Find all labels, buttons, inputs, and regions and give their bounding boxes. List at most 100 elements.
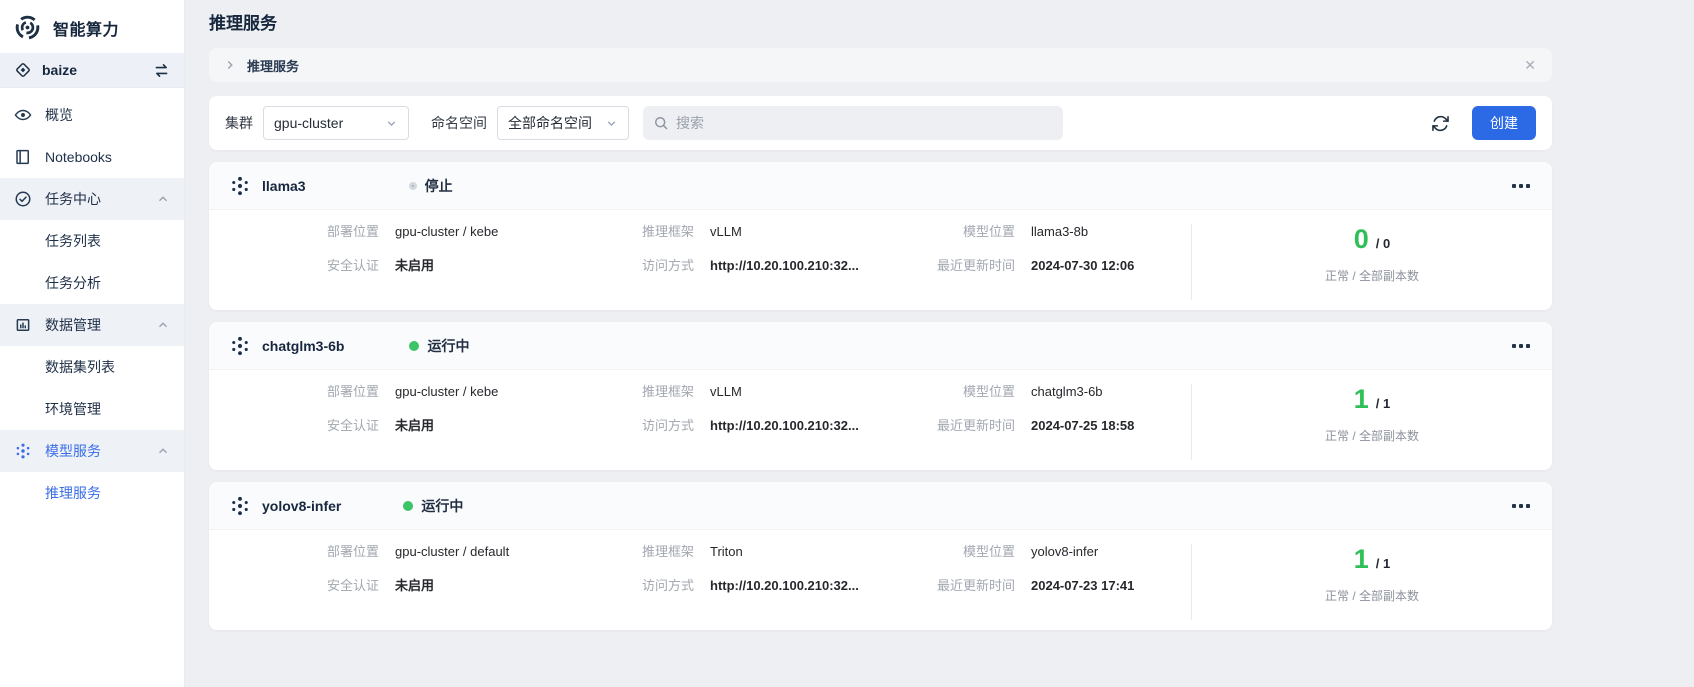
- namespace-label: 命名空间: [431, 113, 487, 133]
- deploy-location-value: gpu-cluster / kebe: [395, 382, 583, 402]
- replica-block: 1 / 1 正常 / 全部副本数: [1192, 382, 1552, 470]
- sidebar-divider: [0, 87, 184, 88]
- search-input[interactable]: [676, 115, 1053, 131]
- field-label: 模型位置: [895, 222, 1015, 242]
- workspace-selector[interactable]: baize: [0, 53, 184, 87]
- field-label: 推理框架: [599, 222, 694, 242]
- access-url-value: http://10.20.100.210:32...: [710, 256, 879, 276]
- sidebar-item-label: 概览: [45, 105, 73, 125]
- field-label: 最近更新时间: [895, 576, 1015, 596]
- model-location-value: llama3-8b: [1031, 222, 1191, 242]
- cluster-label: 集群: [225, 113, 253, 133]
- updated-time-value: 2024-07-23 17:41: [1031, 576, 1191, 596]
- sidebar-group-model-services[interactable]: 模型服务: [0, 430, 184, 472]
- main-content: 推理服务 推理服务 ✕ 集群 gpu-cluster 命名空间 全部命名空间: [185, 0, 1694, 630]
- app-logo-row: 智能算力: [0, 0, 184, 53]
- field-label: 最近更新时间: [895, 256, 1015, 276]
- sidebar-group-data-management[interactable]: 数据管理: [0, 304, 184, 346]
- sidebar-item-dataset-list[interactable]: 数据集列表: [0, 346, 184, 388]
- status-text: 停止: [425, 176, 453, 196]
- status-dot: [409, 341, 419, 351]
- updated-time-value: 2024-07-30 12:06: [1031, 256, 1191, 276]
- chevron-up-icon: [156, 192, 170, 206]
- sidebar-item-label: 模型服务: [45, 441, 101, 461]
- deploy-location-value: gpu-cluster / default: [395, 542, 583, 562]
- service-card-yolov8-infer: yolov8-infer 运行中 部署位置 gpu-cluster / defa…: [209, 482, 1552, 630]
- service-hub-icon: [229, 175, 251, 197]
- namespace-select-value: 全部命名空间: [508, 113, 592, 133]
- page-title: 推理服务: [209, 12, 1552, 36]
- app-logo-icon: [14, 14, 41, 41]
- service-name[interactable]: yolov8-infer: [262, 498, 341, 514]
- sidebar-item-overview[interactable]: 概览: [0, 94, 184, 136]
- sidebar-item-label: 数据集列表: [45, 357, 115, 377]
- service-hub-icon: [229, 335, 251, 357]
- service-name[interactable]: llama3: [262, 178, 306, 194]
- model-location-value: chatglm3-6b: [1031, 382, 1191, 402]
- create-button[interactable]: 创建: [1472, 106, 1536, 140]
- replica-caption: 正常 / 全部副本数: [1325, 587, 1419, 604]
- chevron-right-icon[interactable]: [223, 58, 237, 72]
- sidebar-item-label: 环境管理: [45, 399, 101, 419]
- search-box[interactable]: [643, 106, 1063, 140]
- more-actions-icon[interactable]: [1510, 338, 1532, 354]
- workspace-name: baize: [42, 62, 143, 78]
- status-text: 运行中: [421, 496, 463, 516]
- data-chart-icon: [14, 316, 32, 334]
- field-label: 访问方式: [599, 576, 694, 596]
- namespace-select[interactable]: 全部命名空间: [497, 106, 629, 140]
- auth-value: 未启用: [395, 416, 583, 436]
- sidebar-item-inference-services[interactable]: 推理服务: [0, 472, 184, 514]
- check-circle-icon: [14, 190, 32, 208]
- sidebar: 智能算力 baize 概览: [0, 0, 185, 687]
- sidebar-item-task-analysis[interactable]: 任务分析: [0, 262, 184, 304]
- status-dot: [409, 182, 417, 190]
- replica-total-count: / 1: [1376, 396, 1390, 411]
- field-label: 部署位置: [209, 222, 379, 242]
- field-label: 部署位置: [209, 382, 379, 402]
- service-card-llama3: llama3 停止 部署位置 gpu-cluster / kebe 推理框架 v…: [209, 162, 1552, 310]
- cluster-select[interactable]: gpu-cluster: [263, 106, 409, 140]
- chevron-up-icon: [156, 318, 170, 332]
- framework-value: vLLM: [710, 222, 879, 242]
- framework-value: Triton: [710, 542, 879, 562]
- sidebar-item-label: Notebooks: [45, 149, 112, 165]
- field-label: 访问方式: [599, 256, 694, 276]
- replica-total-count: / 1: [1376, 556, 1390, 571]
- status-text: 运行中: [427, 336, 469, 356]
- framework-value: vLLM: [710, 382, 879, 402]
- chevron-up-icon: [156, 444, 170, 458]
- more-actions-icon[interactable]: [1510, 178, 1532, 194]
- sidebar-item-task-list[interactable]: 任务列表: [0, 220, 184, 262]
- deploy-location-value: gpu-cluster / kebe: [395, 222, 583, 242]
- auth-value: 未启用: [395, 256, 583, 276]
- more-actions-icon[interactable]: [1510, 498, 1532, 514]
- field-label: 推理框架: [599, 542, 694, 562]
- sidebar-item-environment-management[interactable]: 环境管理: [0, 388, 184, 430]
- eye-icon: [14, 106, 32, 124]
- field-label: 安全认证: [209, 256, 379, 276]
- chevron-down-icon: [605, 117, 618, 130]
- field-label: 模型位置: [895, 382, 1015, 402]
- model-hub-icon: [14, 442, 32, 460]
- chevron-down-icon: [385, 117, 398, 130]
- replica-caption: 正常 / 全部副本数: [1325, 267, 1419, 284]
- sidebar-item-label: 推理服务: [45, 483, 101, 503]
- app-title: 智能算力: [53, 16, 119, 40]
- field-label: 部署位置: [209, 542, 379, 562]
- field-label: 推理框架: [599, 382, 694, 402]
- access-url-value: http://10.20.100.210:32...: [710, 576, 879, 596]
- replica-ready-count: 1: [1354, 384, 1369, 414]
- refresh-icon[interactable]: [1431, 114, 1450, 133]
- replica-ready-count: 0: [1354, 224, 1369, 254]
- service-name[interactable]: chatglm3-6b: [262, 338, 344, 354]
- switch-workspace-icon[interactable]: [153, 62, 170, 79]
- replica-block: 0 / 0 正常 / 全部副本数: [1192, 222, 1552, 310]
- sidebar-item-notebooks[interactable]: Notebooks: [0, 136, 184, 178]
- access-url-value: http://10.20.100.210:32...: [710, 416, 879, 436]
- close-icon[interactable]: ✕: [1522, 56, 1538, 74]
- sidebar-group-task-center[interactable]: 任务中心: [0, 178, 184, 220]
- info-collapse-panel[interactable]: 推理服务 ✕: [209, 48, 1552, 82]
- replica-total-count: / 0: [1376, 236, 1390, 251]
- sidebar-item-label: 任务中心: [45, 189, 101, 209]
